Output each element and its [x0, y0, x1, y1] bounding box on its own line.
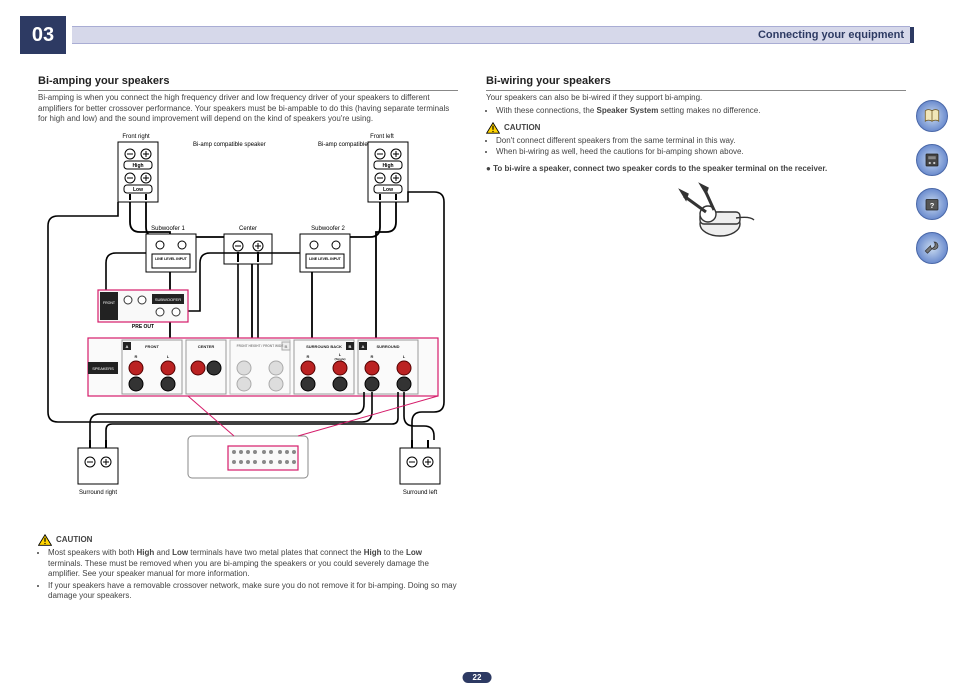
- svg-text:SUBWOOFER: SUBWOOFER: [155, 297, 181, 302]
- right-column: Bi-wiring your speakers Your speakers ca…: [486, 74, 906, 603]
- svg-text:FRONT: FRONT: [103, 301, 116, 305]
- caution-heading-right: CAUTION: [486, 122, 906, 134]
- svg-text:R: R: [307, 354, 310, 359]
- svg-text:LINE LEVEL INPUT: LINE LEVEL INPUT: [309, 257, 341, 261]
- caution-item: When bi-wiring as well, heed the caution…: [496, 147, 906, 157]
- svg-text:Subwoofer 2: Subwoofer 2: [311, 226, 345, 232]
- caution-label: CAUTION: [56, 535, 92, 545]
- header-title: Connecting your equipment: [758, 29, 904, 41]
- svg-text:R: R: [371, 354, 374, 359]
- biwire-illustration: [636, 182, 756, 242]
- page-number: 22: [463, 672, 492, 683]
- caution-list-left: Most speakers with both High and Low ter…: [38, 548, 458, 601]
- svg-text:High: High: [382, 163, 393, 169]
- biwire-intro: Your speakers can also be bi-wired if th…: [486, 93, 906, 103]
- svg-text:SURROUND BACK: SURROUND BACK: [306, 344, 342, 349]
- biamp-title: Bi-amping your speakers: [38, 74, 458, 91]
- caution-icon: [486, 122, 500, 134]
- chapter-number: 03: [20, 16, 66, 54]
- svg-text:Subwoofer 1: Subwoofer 1: [151, 226, 185, 232]
- svg-text:Center: Center: [239, 226, 257, 232]
- svg-text:Low: Low: [133, 187, 143, 193]
- wiring-diagram-svg: Front right Front left Bi-amp compatible…: [38, 128, 458, 528]
- left-column: Bi-amping your speakers Bi-amping is whe…: [38, 74, 458, 603]
- svg-text:FRONT: FRONT: [145, 344, 159, 349]
- caution-label: CAUTION: [504, 123, 540, 133]
- book-icon[interactable]: [916, 100, 948, 132]
- svg-text:SPEAKERS: SPEAKERS: [92, 366, 114, 371]
- content-area: Bi-amping your speakers Bi-amping is whe…: [0, 54, 954, 603]
- caution-item: Don't connect different speakers from th…: [496, 136, 906, 146]
- svg-text:Surround left: Surround left: [403, 490, 438, 496]
- side-nav: ?: [916, 100, 948, 264]
- device-icon[interactable]: [916, 144, 948, 176]
- help-icon[interactable]: ?: [916, 188, 948, 220]
- biwire-title: Bi-wiring your speakers: [486, 74, 906, 91]
- svg-text:PRE OUT: PRE OUT: [132, 324, 154, 330]
- biwire-step: ● To bi-wire a speaker, connect two spea…: [486, 164, 906, 174]
- biwire-bullet: With these connections, the Speaker Syst…: [496, 106, 906, 116]
- svg-text:A: A: [362, 344, 365, 349]
- svg-text:Front right: Front right: [122, 134, 150, 140]
- svg-text:B: B: [285, 344, 288, 349]
- svg-text:A: A: [126, 344, 129, 349]
- svg-text:Bi-amp compatible speaker: Bi-amp compatible speaker: [193, 142, 266, 148]
- biamp-intro: Bi-amping is when you connect the high f…: [38, 93, 458, 124]
- svg-text:(Single): (Single): [335, 357, 346, 361]
- svg-text:B: B: [349, 344, 352, 349]
- svg-text:High: High: [132, 163, 143, 169]
- biamp-diagram: Front right Front left Bi-amp compatible…: [38, 128, 458, 528]
- svg-text:Low: Low: [383, 187, 393, 193]
- svg-text:LINE LEVEL INPUT: LINE LEVEL INPUT: [155, 257, 187, 261]
- svg-text:FRONT HEIGHT / FRONT WIDE: FRONT HEIGHT / FRONT WIDE: [237, 344, 284, 348]
- header-bar: Connecting your equipment: [72, 26, 910, 44]
- biwire-bullets: With these connections, the Speaker Syst…: [486, 106, 906, 116]
- caution-item: If your speakers have a removable crosso…: [48, 581, 458, 602]
- wrench-icon[interactable]: [916, 232, 948, 264]
- svg-text:R: R: [135, 354, 138, 359]
- header-end-block: [910, 27, 914, 43]
- caution-icon: [38, 534, 52, 546]
- caution-item: Most speakers with both High and Low ter…: [48, 548, 458, 579]
- caution-heading-left: CAUTION: [38, 534, 458, 546]
- svg-text:CENTER: CENTER: [198, 344, 215, 349]
- svg-text:SURROUND: SURROUND: [376, 344, 399, 349]
- svg-text:Surround right: Surround right: [79, 490, 117, 496]
- svg-text:?: ?: [930, 201, 935, 210]
- page-header: 03 Connecting your equipment: [0, 16, 954, 54]
- svg-text:Front left: Front left: [370, 134, 394, 140]
- caution-list-right: Don't connect different speakers from th…: [486, 136, 906, 158]
